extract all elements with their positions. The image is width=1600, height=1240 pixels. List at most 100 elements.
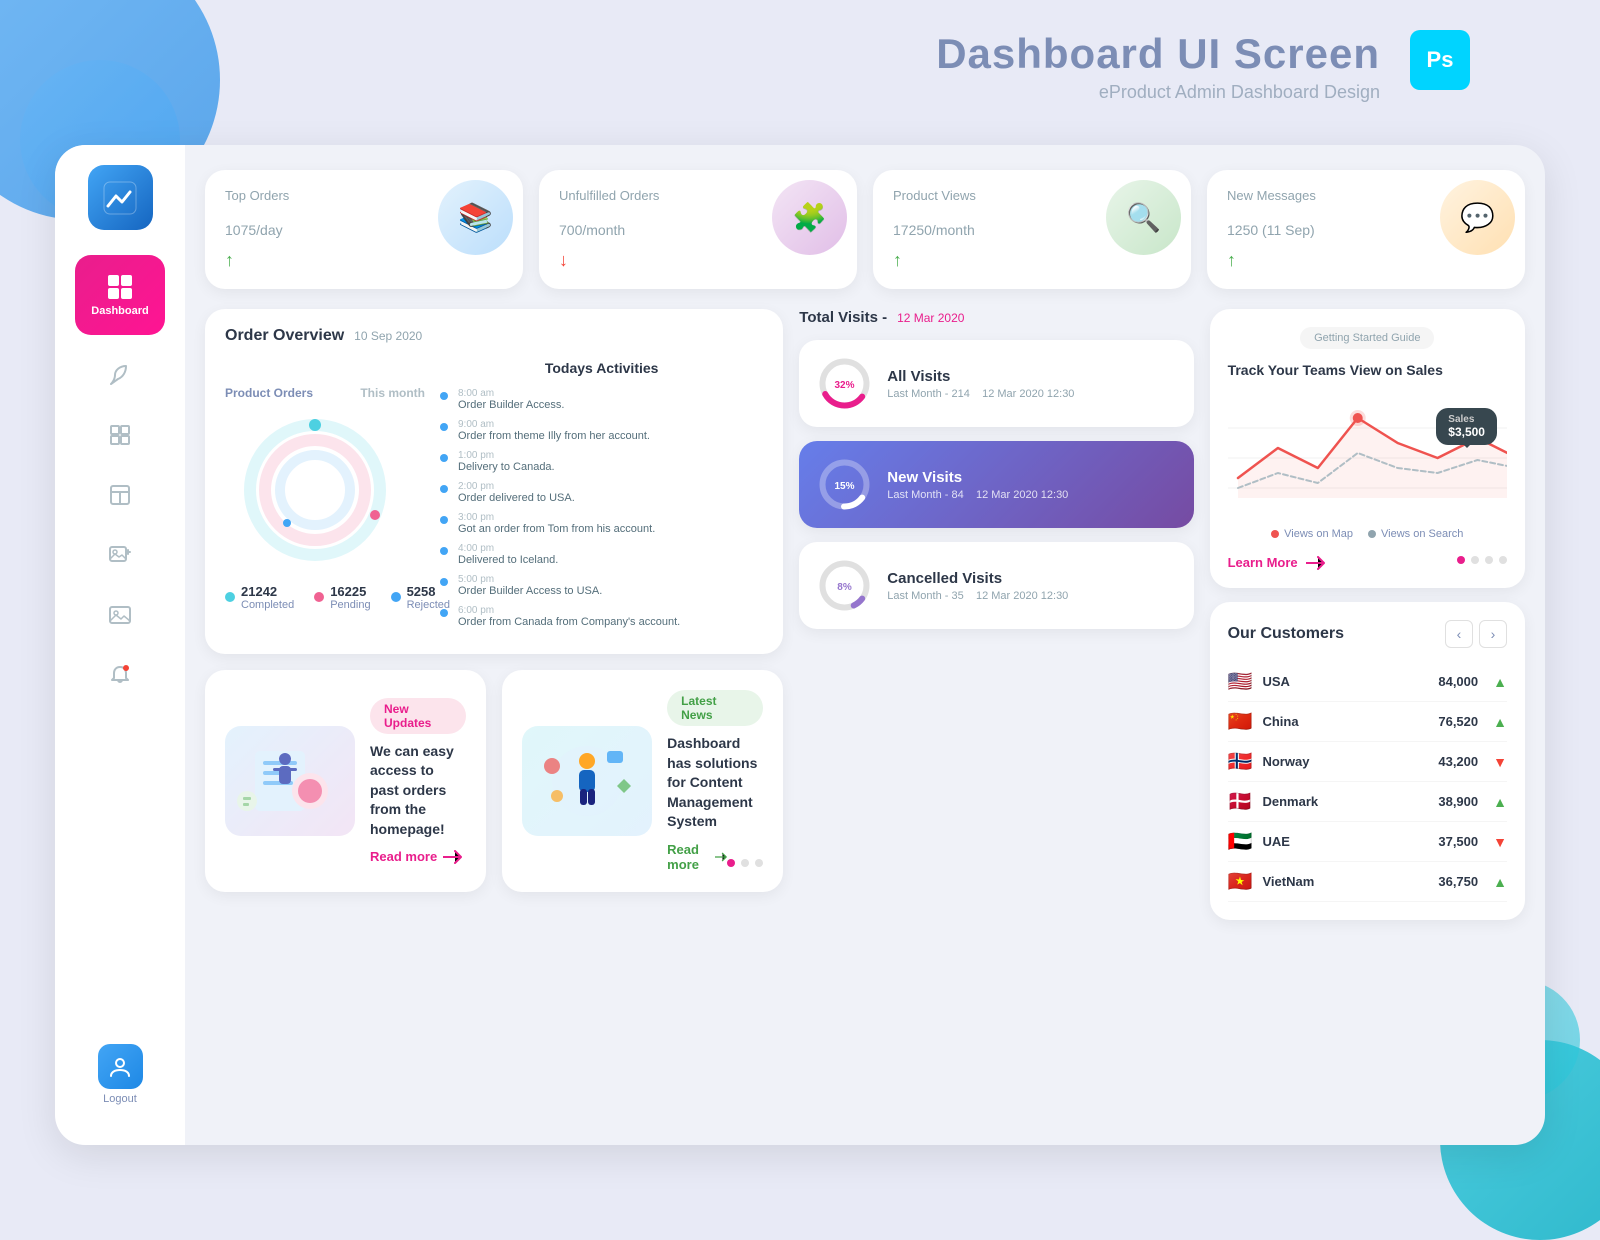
- activity-text-group: 8:00 am Order Builder Access.: [458, 388, 564, 411]
- activity-text: Order Builder Access to USA.: [458, 585, 602, 597]
- customers-next-button[interactable]: ›: [1479, 620, 1507, 648]
- messages-trend: ↑: [1227, 250, 1505, 271]
- customer-row: 🇳🇴 Norway 43,200 ▼: [1228, 742, 1507, 782]
- activity-dot: [440, 485, 448, 493]
- customer-row: 🇻🇳 VietNam 36,750 ▲: [1228, 862, 1507, 902]
- stat-card-product-views: 🔍 Product Views 17250/month ↑: [873, 170, 1191, 289]
- stat-card-top-orders: 📚 Top Orders 1075/day ↑: [205, 170, 523, 289]
- updates-illustration: [225, 726, 355, 836]
- activity-text: Order delivered to USA.: [458, 492, 575, 504]
- activity-item: 8:00 am Order Builder Access.: [440, 388, 763, 411]
- sales-pagination: [1457, 556, 1507, 564]
- messages-icon: 💬: [1460, 201, 1495, 234]
- sidebar-item-bell[interactable]: [105, 660, 135, 690]
- dashboard-card: Dashboard: [55, 145, 1545, 1145]
- activity-text-group: 6:00 pm Order from Canada from Company's…: [458, 605, 680, 628]
- messages-icon-bg: 💬: [1440, 180, 1515, 255]
- customer-value: 38,900: [1438, 794, 1478, 809]
- activity-time: 9:00 am: [458, 419, 650, 430]
- activity-dot: [440, 423, 448, 431]
- cancelled-visits-donut: 8%: [817, 558, 872, 613]
- learn-more-button[interactable]: Learn More: [1228, 555, 1326, 570]
- sidebar-nav: [105, 360, 135, 1044]
- order-overview-card: Order Overview 10 Sep 2020 Product Order…: [205, 309, 783, 654]
- activity-time: 4:00 pm: [458, 543, 558, 554]
- product-views-trend: ↑: [893, 250, 1171, 271]
- legend-rejected: 5258 Rejected: [391, 584, 450, 611]
- middle-panel: Total Visits - 12 Mar 2020 32% All Visit…: [799, 309, 1193, 920]
- stat-card-unfulfilled: 🧩 Unfulfilled Orders 700/month ↓: [539, 170, 857, 289]
- cancelled-visits-card: 8% Cancelled Visits Last Month - 35 12 M…: [799, 542, 1193, 629]
- sales-title: Track Your Teams View on Sales: [1228, 362, 1507, 378]
- svg-text:32%: 32%: [835, 380, 855, 391]
- customer-trend: ▼: [1493, 834, 1507, 850]
- activity-item: 2:00 pm Order delivered to USA.: [440, 481, 763, 504]
- sidebar-item-image[interactable]: [105, 600, 135, 630]
- customer-trend: ▲: [1493, 714, 1507, 730]
- all-visits-card: 32% All Visits Last Month - 214 12 Mar 2…: [799, 340, 1193, 427]
- legend-search: Views on Search: [1368, 528, 1463, 540]
- new-visits-info: New Visits Last Month - 84 12 Mar 2020 1…: [887, 469, 1175, 501]
- order-overview-header: Order Overview 10 Sep 2020: [225, 327, 763, 345]
- dot-1: [727, 859, 735, 867]
- sidebar-logo: [88, 165, 153, 230]
- customers-prev-button[interactable]: ‹: [1445, 620, 1473, 648]
- customer-flag: 🇨🇳: [1228, 709, 1253, 734]
- donut-chart-svg: [225, 410, 405, 570]
- customers-title: Our Customers: [1228, 625, 1445, 643]
- customer-value: 37,500: [1438, 834, 1478, 849]
- order-overview-date: 10 Sep 2020: [354, 329, 422, 343]
- legend-completed: 21242 Completed: [225, 584, 294, 611]
- svg-text:8%: 8%: [838, 582, 853, 593]
- customer-name: USA: [1262, 674, 1428, 689]
- legend-map: Views on Map: [1271, 528, 1353, 540]
- customer-row: 🇦🇪 UAE 37,500 ▼: [1228, 822, 1507, 862]
- updates-read-more[interactable]: Read more: [370, 849, 466, 864]
- sidebar-item-add-image[interactable]: [105, 540, 135, 570]
- activities-area: Todays Activities 8:00 am Order Builder …: [440, 360, 763, 636]
- sales-tooltip: Sales $3,500: [1436, 408, 1497, 445]
- customers-list: 🇺🇸 USA 84,000 ▲ 🇨🇳 China 76,520 ▲ 🇳🇴 Nor…: [1228, 662, 1507, 902]
- news-card-latest: Latest News Dashboard has solutions for …: [502, 670, 783, 892]
- sidebar-logout[interactable]: Logout: [98, 1044, 143, 1105]
- customer-row: 🇨🇳 China 76,520 ▲: [1228, 702, 1507, 742]
- activity-time: 6:00 pm: [458, 605, 680, 616]
- svg-text:15%: 15%: [835, 481, 855, 492]
- customer-row: 🇺🇸 USA 84,000 ▲: [1228, 662, 1507, 702]
- product-views-icon-bg: 🔍: [1106, 180, 1181, 255]
- customer-flag: 🇺🇸: [1228, 669, 1253, 694]
- page-subtitle: eProduct Admin Dashboard Design: [936, 82, 1380, 103]
- activity-time: 3:00 pm: [458, 512, 655, 523]
- customer-trend: ▲: [1493, 674, 1507, 690]
- customer-trend: ▲: [1493, 794, 1507, 810]
- sidebar-item-layers[interactable]: [105, 420, 135, 450]
- sidebar: Dashboard: [55, 145, 185, 1145]
- customers-card: Our Customers ‹ › 🇺🇸 USA 84,000 ▲ 🇨🇳 Chi…: [1210, 602, 1525, 920]
- customer-value: 84,000: [1438, 674, 1478, 689]
- news-row: New Updates We can easy access to past o…: [205, 670, 783, 892]
- sidebar-item-leaf[interactable]: [105, 360, 135, 390]
- sidebar-logout-label: Logout: [103, 1093, 137, 1105]
- unfulfilled-icon-bg: 🧩: [772, 180, 847, 255]
- all-visits-meta: Last Month - 214 12 Mar 2020 12:30: [887, 388, 1175, 400]
- updates-text: We can easy access to past orders from t…: [370, 742, 466, 840]
- panels-row: Order Overview 10 Sep 2020 Product Order…: [205, 309, 1525, 920]
- donut-chart-area: Product Orders This month: [225, 360, 425, 636]
- customer-value: 36,750: [1438, 874, 1478, 889]
- product-orders-label: Product Orders This month: [225, 386, 425, 400]
- cancelled-visits-title: Cancelled Visits: [887, 570, 1175, 587]
- sidebar-dashboard-button[interactable]: Dashboard: [75, 255, 165, 335]
- activity-text-group: 1:00 pm Delivery to Canada.: [458, 450, 555, 473]
- total-visits-date: 12 Mar 2020: [897, 311, 964, 325]
- sidebar-item-layout[interactable]: [105, 480, 135, 510]
- unfulfilled-icon: 🧩: [792, 201, 827, 234]
- latest-read-more[interactable]: Read more: [667, 842, 727, 872]
- sales-dot-4: [1499, 556, 1507, 564]
- ps-badge: Ps: [1410, 30, 1470, 90]
- news-card-updates: New Updates We can easy access to past o…: [205, 670, 486, 892]
- activity-item: 9:00 am Order from theme Illy from her a…: [440, 419, 763, 442]
- top-orders-trend: ↑: [225, 250, 503, 271]
- all-visits-donut: 32%: [817, 356, 872, 411]
- cancelled-visits-info: Cancelled Visits Last Month - 35 12 Mar …: [887, 570, 1175, 602]
- unfulfilled-trend: ↓: [559, 250, 837, 271]
